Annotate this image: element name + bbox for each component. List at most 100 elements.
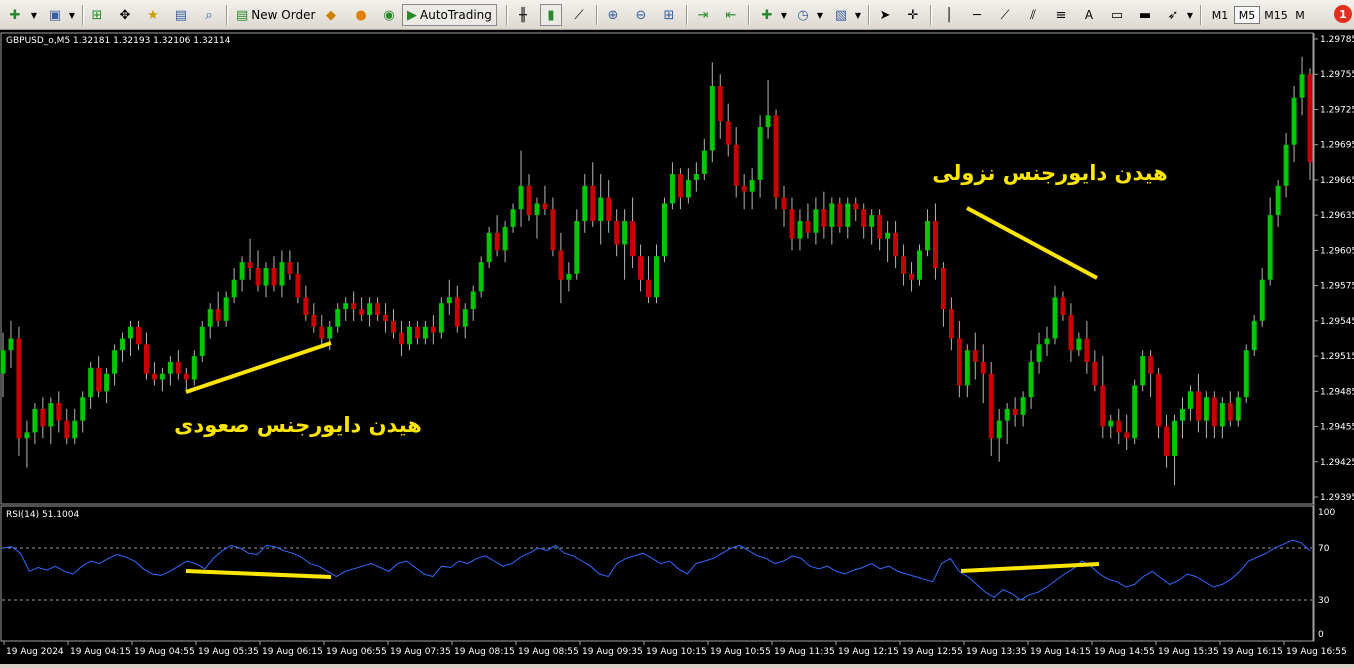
indicators-dropdown-icon[interactable]: ▼ <box>778 4 790 26</box>
candle <box>478 256 484 298</box>
chart-header: GBPUSD_o,M5 1.32181 1.32193 1.32106 1.32… <box>6 36 231 46</box>
periods-icon[interactable]: ◷ <box>792 4 814 26</box>
time-label: 19 Aug 08:15 <box>454 647 515 657</box>
timeframe-m15[interactable]: M15 <box>1262 6 1290 24</box>
price-label: 1.29395 <box>1320 493 1354 503</box>
time-label: 19 Aug 2024 <box>6 647 64 657</box>
time-label: 19 Aug 04:15 <box>70 647 131 657</box>
candle <box>1243 344 1249 404</box>
trendline-icon[interactable]: ⟋ <box>994 4 1016 26</box>
time-label: 19 Aug 11:35 <box>774 647 835 657</box>
bearish-divergence-label: هیدن دایورجنس نزولی <box>932 161 1167 185</box>
time-label: 19 Aug 16:15 <box>1222 647 1283 657</box>
autotrading-button[interactable]: ▶ AutoTrading <box>402 4 497 26</box>
zoom-in-icon[interactable]: ⊕ <box>602 4 624 26</box>
price-label: 1.29725 <box>1320 105 1354 115</box>
templates-dropdown-icon[interactable]: ▼ <box>852 4 864 26</box>
time-label: 19 Aug 04:55 <box>134 647 195 657</box>
new-chart-icon[interactable]: ✚ <box>4 4 26 26</box>
arrows-tool-icon[interactable]: ➶ <box>1162 4 1184 26</box>
rsi-level-label: 70 <box>1318 544 1330 554</box>
price-label: 1.29425 <box>1320 458 1354 468</box>
time-label: 19 Aug 16:55 <box>1286 647 1347 657</box>
candle <box>438 297 444 339</box>
price-label: 1.29695 <box>1320 141 1354 151</box>
text-label-icon[interactable]: ▭ <box>1106 4 1128 26</box>
signals-icon[interactable]: ● <box>350 4 372 26</box>
rectangle-tool-icon[interactable]: ▬ <box>1134 4 1156 26</box>
price-label: 1.29785 <box>1320 35 1354 45</box>
price-label: 1.29545 <box>1320 317 1354 327</box>
text-tool-icon[interactable]: A <box>1078 4 1100 26</box>
time-label: 19 Aug 09:35 <box>582 647 643 657</box>
timeframe-m1[interactable]: M1 <box>1208 6 1232 24</box>
bullish-divergence-label: هیدن دایورجنس صعودی <box>174 413 422 437</box>
templates-icon[interactable]: ▧ <box>830 4 852 26</box>
equidistant-channel-icon[interactable]: ⫽ <box>1022 4 1044 26</box>
time-label: 19 Aug 10:15 <box>646 647 707 657</box>
time-label: 19 Aug 13:35 <box>966 647 1027 657</box>
time-label: 19 Aug 15:35 <box>1158 647 1219 657</box>
time-label: 19 Aug 07:35 <box>390 647 451 657</box>
navigator-icon[interactable]: ★ <box>142 4 164 26</box>
price-label: 1.29575 <box>1320 282 1354 292</box>
time-label: 19 Aug 08:55 <box>518 647 579 657</box>
profiles-dropdown-icon[interactable]: ▼ <box>66 4 78 26</box>
rsi-level-label: 0 <box>1318 630 1324 640</box>
price-label: 1.29755 <box>1320 70 1354 80</box>
candle <box>917 244 922 286</box>
candle <box>199 320 205 362</box>
cursor-icon[interactable]: ➤ <box>874 4 896 26</box>
time-label: 19 Aug 12:55 <box>902 647 963 657</box>
market-watch-icon[interactable]: ⊞ <box>86 4 108 26</box>
price-chart[interactable]: 1.29785 1.29755 1.29725 1.29695 1.29665 1.296… <box>0 30 1354 664</box>
data-window-icon[interactable]: ✥ <box>114 4 136 26</box>
time-label: 19 Aug 12:15 <box>838 647 899 657</box>
periods-dropdown-icon[interactable]: ▼ <box>814 4 826 26</box>
time-label: 19 Aug 06:15 <box>262 647 323 657</box>
new-order-button[interactable]: ▤ New Order <box>232 4 319 26</box>
horizontal-line-icon[interactable]: ─ <box>966 4 988 26</box>
close-icon[interactable]: 1 <box>1334 5 1352 23</box>
autoscroll-icon[interactable]: ⇥ <box>692 4 714 26</box>
price-label: 1.29485 <box>1320 387 1354 397</box>
time-label: 19 Aug 06:55 <box>326 647 387 657</box>
timeframe-m5-label: M5 <box>1238 8 1256 22</box>
zoom-out-icon[interactable]: ⊖ <box>630 4 652 26</box>
market-icon[interactable]: ◉ <box>378 4 400 26</box>
timeframe-m5[interactable]: M5 <box>1234 6 1260 24</box>
time-label: 19 Aug 14:55 <box>1094 647 1155 657</box>
autotrading-icon: ▶ <box>407 7 417 23</box>
chart-window[interactable]: 1.29785 1.29755 1.29725 1.29695 1.29665 1.296… <box>0 30 1354 664</box>
candle <box>773 109 779 210</box>
vertical-line-icon[interactable]: │ <box>938 4 960 26</box>
metaeditor-icon[interactable]: ◆ <box>320 4 342 26</box>
time-label: 19 Aug 10:55 <box>710 647 771 657</box>
terminal-icon[interactable]: ▤ <box>170 4 192 26</box>
timeframe-m30[interactable]: M <box>1292 6 1308 24</box>
candle <box>1140 350 1146 392</box>
price-label: 1.29515 <box>1320 352 1354 362</box>
price-label: 1.29665 <box>1320 176 1354 186</box>
chart-shift-icon[interactable]: ⇤ <box>720 4 742 26</box>
price-label: 1.29605 <box>1320 246 1354 256</box>
strategy-tester-icon[interactable]: ⌕ <box>198 4 220 26</box>
rsi-header: RSI(14) 51.1004 <box>6 510 79 520</box>
candle <box>16 326 22 456</box>
time-label: 19 Aug 14:15 <box>1030 647 1091 657</box>
tile-windows-icon[interactable]: ⊞ <box>658 4 680 26</box>
rsi-level-label: 30 <box>1318 596 1330 606</box>
candlestick-chart-icon[interactable]: ▮ <box>540 4 562 26</box>
autotrading-label: AutoTrading <box>420 8 492 22</box>
candle <box>1132 379 1138 445</box>
text-tool-label: A <box>1084 8 1094 22</box>
line-chart-icon[interactable]: ⟋ <box>568 4 590 26</box>
indicators-icon[interactable]: ✚ <box>756 4 778 26</box>
price-label: 1.29455 <box>1320 423 1354 433</box>
new-chart-dropdown-icon[interactable]: ▼ <box>28 4 40 26</box>
crosshair-icon[interactable]: ✛ <box>902 4 924 26</box>
fibonacci-icon[interactable]: ≡ <box>1050 4 1072 26</box>
arrows-dropdown-icon[interactable]: ▼ <box>1184 4 1196 26</box>
bar-chart-icon[interactable]: ╫ <box>512 4 534 26</box>
profiles-icon[interactable]: ▣ <box>44 4 66 26</box>
